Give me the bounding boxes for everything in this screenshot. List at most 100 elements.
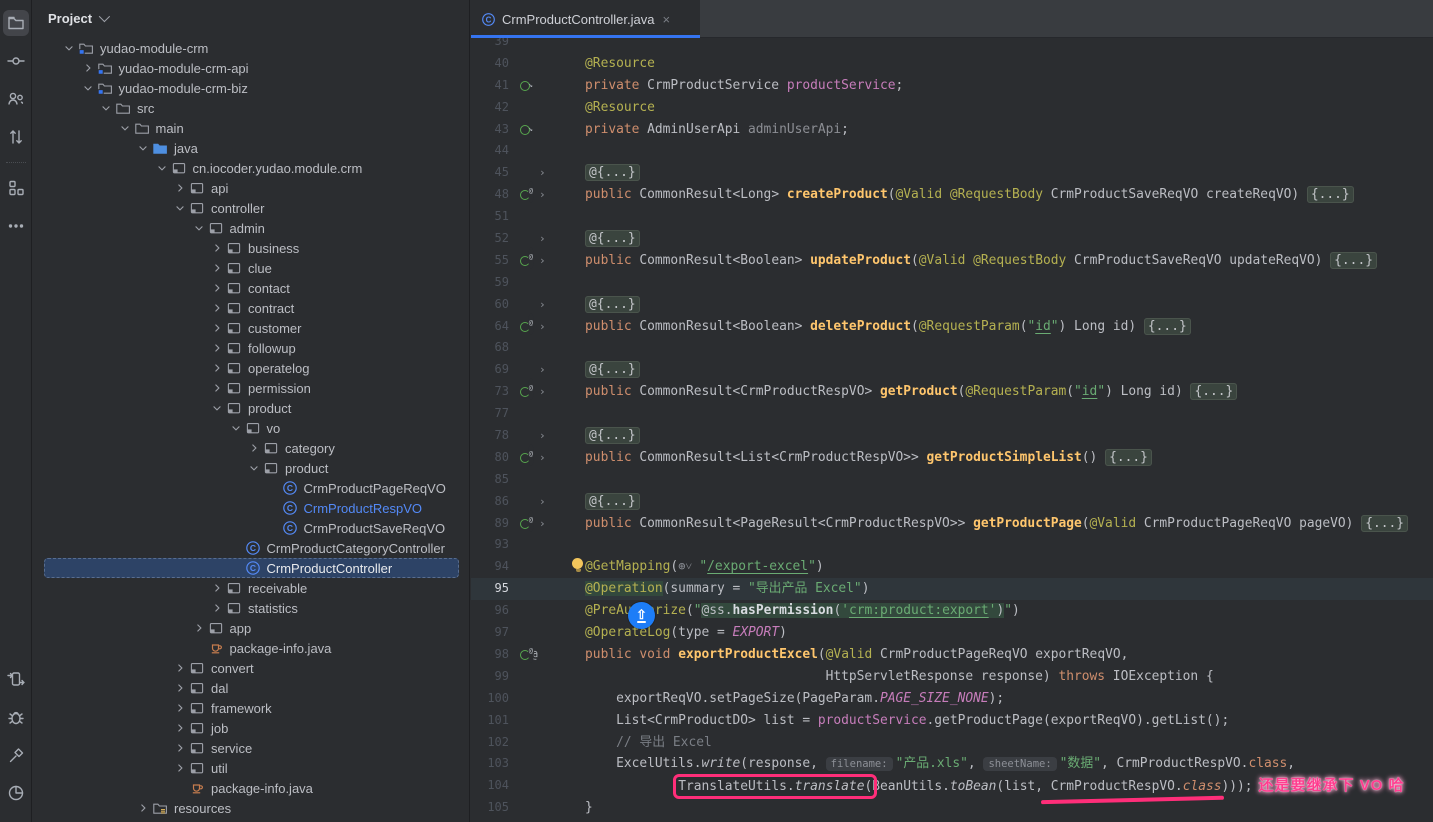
fold-arrow-icon[interactable]: › — [539, 491, 554, 513]
intention-bulb-icon[interactable] — [572, 558, 584, 573]
chevron-expanded-icon[interactable] — [227, 420, 245, 436]
tree-item-cn-iocoder-yudao-module-crm[interactable]: cn.iocoder.yudao.module.crm — [32, 158, 469, 178]
chevron-collapsed-icon[interactable] — [171, 680, 189, 696]
code-line-51[interactable]: 51 — [471, 206, 1433, 228]
code-line-100[interactable]: 100 exportReqVO.setPageSize(PageParam.PA… — [471, 688, 1433, 710]
code-line-59[interactable]: 59 — [471, 272, 1433, 294]
tree-item-statistics[interactable]: statistics — [32, 598, 469, 618]
code-line-55[interactable]: 55› public CommonResult<Boolean> updateP… — [471, 250, 1433, 272]
chevron-collapsed-icon[interactable] — [208, 580, 226, 596]
fold-arrow-icon[interactable]: › — [539, 381, 554, 403]
tree-item-resources[interactable]: resources — [32, 798, 469, 818]
chevron-expanded-icon[interactable] — [190, 220, 208, 236]
chevron-collapsed-icon[interactable] — [208, 320, 226, 336]
project-icon[interactable] — [3, 10, 29, 36]
tree-item-clue[interactable]: clue — [32, 258, 469, 278]
tree-item-package-info-java[interactable]: package-info.java — [32, 638, 469, 658]
code-line-96[interactable]: 96 @PreAuthorize("@ss.hasPermission('crm… — [471, 600, 1433, 622]
fold-arrow-icon[interactable]: › — [539, 228, 554, 250]
tree-item-contract[interactable]: contract — [32, 298, 469, 318]
tree-item-permission[interactable]: permission — [32, 378, 469, 398]
code-line-99[interactable]: 99 HttpServletResponse response) throws … — [471, 666, 1433, 688]
code-line-89[interactable]: 89› public CommonResult<PageResult<CrmPr… — [471, 513, 1433, 535]
chevron-collapsed-icon[interactable] — [171, 700, 189, 716]
tree-item-controller[interactable]: controller — [32, 198, 469, 218]
code-line-85[interactable]: 85 — [471, 469, 1433, 491]
tree-item-contact[interactable]: contact — [32, 278, 469, 298]
tree-item-framework[interactable]: framework — [32, 698, 469, 718]
tree-item-job[interactable]: job — [32, 718, 469, 738]
tree-item-crmproductpagereqvo[interactable]: CCrmProductPageReqVO — [32, 478, 469, 498]
tree-item-crmproductcategorycontroller[interactable]: CCrmProductCategoryController — [32, 538, 469, 558]
code-line-68[interactable]: 68 — [471, 337, 1433, 359]
services-icon[interactable] — [3, 666, 29, 692]
close-icon[interactable]: × — [662, 12, 670, 27]
code-line-98[interactable]: 98@ public void exportProductExcel(@Vali… — [471, 644, 1433, 666]
debug-icon[interactable] — [3, 704, 29, 730]
tab-crmproductcontroller[interactable]: C CrmProductController.java × — [471, 0, 700, 38]
chevron-collapsed-icon[interactable] — [134, 800, 152, 816]
branch-icon[interactable] — [3, 124, 29, 150]
tree-item-vo[interactable]: vo — [32, 418, 469, 438]
tree-item-util[interactable]: util — [32, 758, 469, 778]
code-line-78[interactable]: 78› @{...} — [471, 425, 1433, 447]
code-line-80[interactable]: 80› public CommonResult<List<CrmProductR… — [471, 447, 1433, 469]
chevron-collapsed-icon[interactable] — [208, 300, 226, 316]
chevron-collapsed-icon[interactable] — [208, 280, 226, 296]
code-line-44[interactable]: 44 — [471, 140, 1433, 162]
code-line-103[interactable]: 103 ExcelUtils.write(response, filename:… — [471, 753, 1433, 775]
code-line-94[interactable]: 94 @GetMapping(⊕˅ "/export-excel") — [471, 556, 1433, 578]
code-line-73[interactable]: 73› public CommonResult<CrmProductRespVO… — [471, 381, 1433, 403]
tree-item-receivable[interactable]: receivable — [32, 578, 469, 598]
chevron-collapsed-icon[interactable] — [208, 240, 226, 256]
chevron-expanded-icon[interactable] — [116, 120, 134, 136]
tree-item-business[interactable]: business — [32, 238, 469, 258]
chevron-collapsed-icon[interactable] — [171, 740, 189, 756]
tree-item-product[interactable]: product — [32, 398, 469, 418]
translate-plugin-icon[interactable]: ⇧ — [628, 602, 655, 629]
fold-arrow-icon[interactable]: › — [539, 162, 554, 184]
project-panel-header[interactable]: Project — [32, 0, 469, 36]
tree-item-admin[interactable]: admin — [32, 218, 469, 238]
code-line-52[interactable]: 52› @{...} — [471, 228, 1433, 250]
tree-item-crmproductsavereqvo[interactable]: CCrmProductSaveReqVO — [32, 518, 469, 538]
tree-item-followup[interactable]: followup — [32, 338, 469, 358]
chevron-expanded-icon[interactable] — [97, 100, 115, 116]
tree-item-operatelog[interactable]: operatelog — [32, 358, 469, 378]
chevron-collapsed-icon[interactable] — [171, 660, 189, 676]
chevron-collapsed-icon[interactable] — [208, 380, 226, 396]
code-line-86[interactable]: 86› @{...} — [471, 491, 1433, 513]
tree-item-crmproductrespvo[interactable]: CCrmProductRespVO — [32, 498, 469, 518]
code-line-104[interactable]: 104 TranslateUtils.translate(BeanUtils.t… — [471, 775, 1433, 797]
tree-item-dal[interactable]: dal — [32, 678, 469, 698]
tree-item-yudao-module-crm-biz[interactable]: yudao-module-crm-biz — [32, 78, 469, 98]
code-line-101[interactable]: 101 List<CrmProductDO> list = productSer… — [471, 710, 1433, 732]
chevron-expanded-icon[interactable] — [245, 460, 263, 476]
chevron-collapsed-icon[interactable] — [208, 260, 226, 276]
pull-requests-icon[interactable] — [3, 86, 29, 112]
fold-arrow-icon[interactable]: › — [539, 359, 554, 381]
tree-item-service[interactable]: service — [32, 738, 469, 758]
chevron-collapsed-icon[interactable] — [208, 600, 226, 616]
fold-arrow-icon[interactable]: › — [539, 513, 554, 535]
commit-icon[interactable] — [3, 48, 29, 74]
chevron-collapsed-icon[interactable] — [171, 180, 189, 196]
tree-item-package-info-java[interactable]: package-info.java — [32, 778, 469, 798]
code-line-97[interactable]: 97 @OperateLog(type = EXPORT) — [471, 622, 1433, 644]
code-line-77[interactable]: 77 — [471, 403, 1433, 425]
chevron-collapsed-icon[interactable] — [171, 760, 189, 776]
tree-item-java[interactable]: java — [32, 138, 469, 158]
tree-item-yudao-module-crm[interactable]: yudao-module-crm — [32, 38, 469, 58]
fold-arrow-icon[interactable]: › — [539, 250, 554, 272]
code-line-41[interactable]: 41 private CrmProductService productServ… — [471, 75, 1433, 97]
code-line-43[interactable]: 43 private AdminUserApi adminUserApi; — [471, 119, 1433, 141]
code-line-60[interactable]: 60› @{...} — [471, 294, 1433, 316]
fold-arrow-icon[interactable]: › — [539, 184, 554, 206]
profiler-icon[interactable] — [3, 780, 29, 806]
code-line-40[interactable]: 40 @Resource — [471, 53, 1433, 75]
chevron-expanded-icon[interactable] — [134, 140, 152, 156]
fold-arrow-icon[interactable]: › — [539, 425, 554, 447]
fold-arrow-icon[interactable]: › — [539, 294, 554, 316]
code-line-42[interactable]: 42 @Resource — [471, 97, 1433, 119]
chevron-expanded-icon[interactable] — [60, 40, 78, 56]
